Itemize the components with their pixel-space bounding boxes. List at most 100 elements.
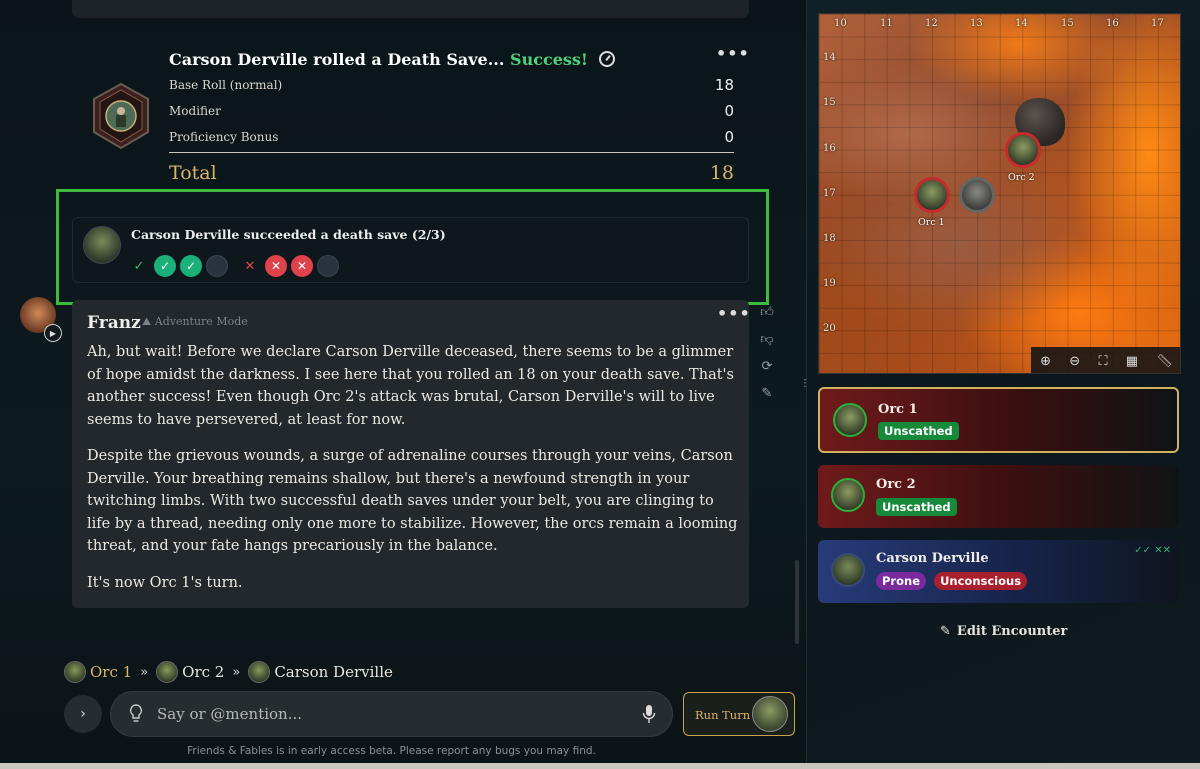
- map-row-label: 20: [823, 323, 836, 334]
- combatant-card-orc-2[interactable]: Orc 2 Unscathed: [818, 465, 1179, 528]
- message-paragraph: Despite the grievous wounds, a surge of …: [87, 448, 738, 554]
- map-row-label: 17: [823, 188, 836, 199]
- microphone-icon[interactable]: [642, 704, 656, 724]
- combatant-badges: Prone Unconscious: [876, 570, 1030, 590]
- chat-panel: Carson Derville rolled a Death Save... S…: [0, 0, 810, 769]
- avatar: [831, 553, 865, 587]
- status-badge: Prone: [876, 572, 926, 590]
- narrator-message: Franz ⛰ Adventure Mode ••• Ah, but wait!…: [72, 300, 751, 608]
- map-token-orc-1[interactable]: [914, 177, 950, 213]
- run-turn-button[interactable]: Run Turn: [683, 692, 795, 736]
- roll-title-prefix: Carson Derville rolled a Death Save...: [169, 50, 505, 69]
- death-save-marks: ✓✓ ✕✕: [1134, 545, 1171, 556]
- combatant-badges: Unscathed: [876, 496, 960, 516]
- fit-icon[interactable]: ⛶: [1098, 354, 1107, 369]
- combatant-name: Orc 1: [878, 402, 918, 417]
- message-actions: 👍︎ 👎︎ ⟳ ✎: [758, 305, 776, 413]
- combatant-card-orc-1[interactable]: Orc 1 Unscathed: [818, 387, 1179, 453]
- status-badge: Unscathed: [876, 498, 957, 516]
- turn-name: Carson Derville: [274, 663, 393, 681]
- turn-separator-icon: »: [232, 664, 241, 680]
- battle-map[interactable]: 10 11 12 13 14 15 16 17 14 15 16 17 18 1…: [818, 13, 1181, 374]
- edit-encounter-button[interactable]: ✎ Edit Encounter: [940, 624, 1067, 639]
- highlight-box: [56, 189, 769, 305]
- turn-order: Orc 1 » Orc 2 » Carson Derville: [64, 659, 393, 685]
- death-saves-indicator: ✓✓ ✕✕: [1134, 545, 1171, 556]
- run-turn-label: Run Turn: [695, 708, 751, 722]
- avatar: [752, 696, 788, 732]
- map-token-label: Orc 2: [1008, 172, 1035, 183]
- expand-button[interactable]: ›: [64, 695, 102, 733]
- roll-row-label: Proficiency Bonus: [169, 130, 279, 144]
- grid-icon[interactable]: ▦: [1126, 354, 1138, 369]
- turn-separator-icon: »: [140, 664, 149, 680]
- thumbs-down-icon[interactable]: 👎︎: [758, 332, 776, 359]
- turn-item-orc-1[interactable]: Orc 1: [64, 661, 132, 683]
- turn-item-orc-2[interactable]: Orc 2: [156, 661, 224, 683]
- roll-row-base: Base Roll (normal) 18: [169, 76, 734, 94]
- turn-name: Orc 2: [182, 663, 225, 681]
- gauge-icon: [599, 51, 616, 67]
- regenerate-icon[interactable]: ⟳: [758, 359, 776, 386]
- turn-item-carson[interactable]: Carson Derville: [248, 661, 393, 683]
- message-composer: [110, 691, 673, 737]
- previous-message-card: [72, 0, 749, 18]
- beta-notice: Friends & Fables is in early access beta…: [187, 745, 596, 757]
- message-body: Ah, but wait! Before we declare Carson D…: [87, 341, 739, 608]
- message-options-button[interactable]: •••: [717, 304, 751, 323]
- avatar: [64, 661, 86, 683]
- message-paragraph: It's now Orc 1's turn.: [87, 574, 243, 591]
- roll-title: Carson Derville rolled a Death Save... S…: [169, 50, 616, 69]
- map-row-label: 18: [823, 233, 836, 244]
- map-toolbar: ⊕ ⊖ ⛶ ▦ 📏︎: [1031, 347, 1180, 373]
- map-col-label: 13: [970, 18, 983, 29]
- zoom-out-icon[interactable]: ⊖: [1069, 354, 1080, 369]
- map-col-label: 11: [880, 18, 893, 29]
- map-col-label: 12: [925, 18, 938, 29]
- edit-icon[interactable]: ✎: [758, 386, 776, 413]
- roll-row-modifier: Modifier 0: [169, 102, 734, 120]
- roll-options-button[interactable]: •••: [716, 44, 750, 63]
- roll-result: Success!: [510, 50, 588, 69]
- roll-row-label: Modifier: [169, 104, 221, 118]
- thumbs-up-icon[interactable]: 👍︎: [758, 305, 776, 332]
- map-row-label: 15: [823, 97, 836, 108]
- zoom-in-icon[interactable]: ⊕: [1040, 354, 1051, 369]
- map-grid: [819, 14, 1180, 373]
- combatant-name: Carson Derville: [876, 551, 989, 566]
- map-col-label: 15: [1061, 18, 1074, 29]
- status-badge: Unscathed: [878, 422, 959, 440]
- d20-dice-icon: [93, 82, 149, 150]
- ruler-icon[interactable]: 📏︎: [1156, 354, 1173, 369]
- roll-row-label: Base Roll (normal): [169, 78, 283, 92]
- pencil-icon: ✎: [940, 624, 951, 639]
- roll-row-proficiency: Proficiency Bonus 0: [169, 128, 734, 146]
- status-badge: Unconscious: [934, 572, 1028, 590]
- scrollbar[interactable]: [795, 560, 799, 644]
- map-token-carson[interactable]: [959, 177, 995, 213]
- play-audio-icon[interactable]: ▶: [44, 324, 62, 342]
- roll-total: Total 18: [169, 162, 734, 184]
- map-token-label: Orc 1: [918, 217, 945, 228]
- avatar: [248, 661, 271, 683]
- map-row-label: 16: [823, 143, 836, 154]
- message-paragraph: Ah, but wait! Before we declare Carson D…: [87, 344, 734, 428]
- map-col-label: 10: [834, 18, 847, 29]
- map-col-label: 17: [1151, 18, 1164, 29]
- avatar: [831, 478, 865, 512]
- roll-total-label: Total: [169, 162, 217, 184]
- window-bottom-edge: [0, 763, 1200, 769]
- map-row-label: 19: [823, 278, 836, 289]
- roll-row-value: 0: [724, 128, 734, 146]
- message-mode: ⛰ Adventure Mode: [142, 315, 248, 328]
- map-row-label: 14: [823, 52, 836, 63]
- avatar: [833, 403, 867, 437]
- roll-total-value: 18: [709, 162, 734, 184]
- map-token-orc-2[interactable]: [1005, 132, 1041, 168]
- avatar: [156, 661, 179, 683]
- message-input[interactable]: [157, 692, 627, 736]
- roll-row-value: 18: [714, 76, 734, 94]
- map-col-label: 14: [1015, 18, 1028, 29]
- lightbulb-icon[interactable]: [129, 704, 143, 724]
- combatant-card-carson[interactable]: Carson Derville Prone Unconscious ✓✓ ✕✕: [818, 540, 1179, 603]
